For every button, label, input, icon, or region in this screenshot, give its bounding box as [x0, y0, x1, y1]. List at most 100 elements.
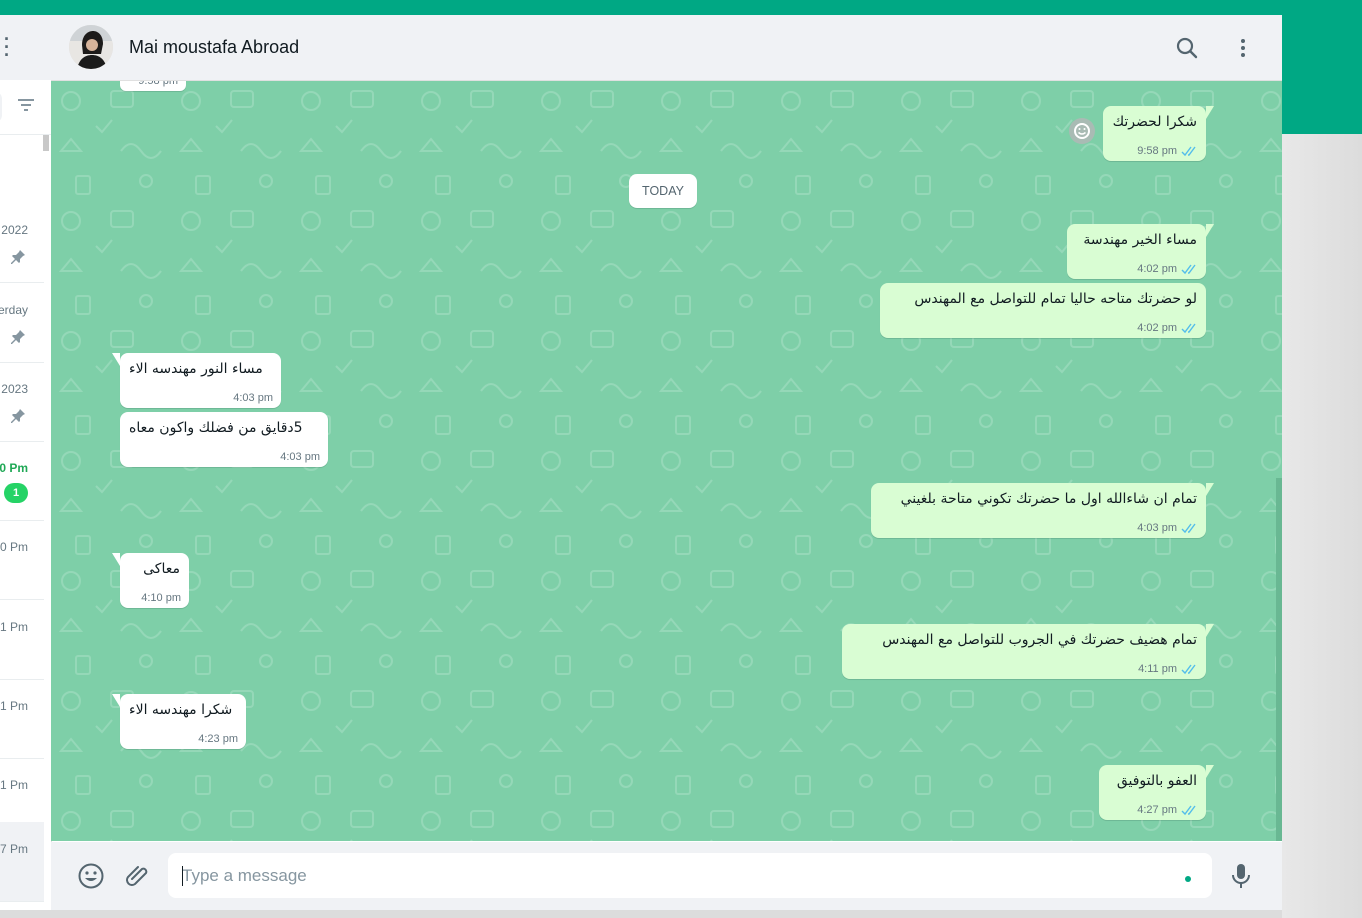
chat-list-item[interactable]: 2022 — [0, 203, 44, 283]
message-text: مساء الخير مهندسة — [1083, 232, 1197, 248]
pin-icon — [11, 409, 25, 423]
attach-icon[interactable] — [124, 862, 150, 888]
message-time: 4:27 pm — [1137, 804, 1177, 816]
chat-list-item[interactable]: erday — [0, 283, 44, 363]
message-outgoing[interactable]: لو حضرتك متاحه حاليا تمام للتواصل مع الم… — [880, 283, 1206, 338]
chat-scrollbar[interactable] — [1276, 478, 1282, 841]
message-meta: 9:58 pm — [1137, 145, 1198, 157]
chat-list-item[interactable]: 1 Pm — [0, 600, 44, 680]
double-tick-icon — [1181, 523, 1196, 533]
message-time: 4:03 pm — [233, 392, 273, 404]
message-time: 4:03 pm — [1137, 522, 1177, 534]
chat-list-item[interactable]: 1 Pm — [0, 679, 44, 759]
bubble-tail — [112, 553, 120, 566]
chat-list-item[interactable]: 0 Pm — [0, 520, 44, 600]
unread-badge: 1 — [4, 483, 28, 503]
double-tick-icon — [1181, 146, 1196, 156]
emoji-icon[interactable] — [77, 862, 105, 890]
composer-bar — [51, 842, 1282, 910]
background-right — [1282, 134, 1362, 918]
sidebar-scrollbar[interactable] — [43, 135, 49, 151]
pin-icon — [11, 250, 25, 264]
bubble-tail — [1206, 106, 1214, 119]
message-time: 4:02 pm — [1137, 322, 1177, 334]
message-meta: 4:02 pm — [1137, 322, 1198, 334]
message-text: 5دقايق من فضلك واكون معاه — [129, 420, 303, 436]
chat-list-item[interactable]: 2023 — [0, 362, 44, 442]
sidebar-header: · · · — [0, 15, 51, 80]
message-meta: 4:03 pm — [1137, 522, 1198, 534]
message-incoming[interactable]: 5دقايق من فضلك واكون معاه 4:03 pm — [120, 412, 328, 467]
reaction-emoji-icon[interactable] — [1069, 118, 1095, 144]
sidebar-menu-icon[interactable]: · · · — [4, 30, 10, 64]
bubble-tail — [112, 694, 120, 707]
avatar[interactable] — [69, 25, 113, 69]
double-tick-icon — [1181, 664, 1196, 674]
message-time: 4:10 pm — [141, 592, 181, 604]
message-time: 4:23 pm — [198, 733, 238, 745]
message-input[interactable] — [168, 853, 1212, 898]
input-status-dot — [1185, 876, 1191, 882]
bubble-tail — [1206, 224, 1214, 237]
message-text: مساء النور مهندسه الاء — [129, 361, 263, 377]
bubble-tail — [1206, 483, 1214, 496]
chat-time: 0 Pm — [0, 461, 28, 475]
message-text: تمام ان شاءالله اول ما حضرتك تكوني متاحة… — [900, 491, 1197, 507]
message-meta: 4:03 pm — [280, 451, 320, 463]
message-partial: 9:58 pm — [120, 81, 186, 91]
double-tick-icon — [1181, 805, 1196, 815]
mic-icon[interactable] — [1229, 862, 1253, 890]
chat-list-item[interactable]: 0 Pm 1 — [0, 441, 44, 521]
message-outgoing[interactable]: تمام هضيف حضرتك في الجروب للتواصل مع الم… — [842, 624, 1214, 679]
message-incoming[interactable]: شكرا مهندسه الاء 4:23 pm — [112, 694, 246, 749]
whatsapp-window: · · · 2022 erday 2023 0 Pm 1 0 Pm 1 Pm 1… — [0, 15, 1282, 910]
message-outgoing[interactable]: شكرا لحضرتك 9:58 pm — [1103, 106, 1214, 161]
message-meta: 4:23 pm — [198, 733, 238, 745]
chat-time: 1 Pm — [0, 778, 28, 792]
message-meta: 4:03 pm — [233, 392, 273, 404]
search-icon[interactable] — [1175, 36, 1199, 60]
message-outgoing[interactable]: تمام ان شاءالله اول ما حضرتك تكوني متاحة… — [871, 483, 1214, 538]
chat-time: 1 Pm — [0, 699, 28, 713]
text-cursor — [182, 866, 183, 886]
chat-list-sidebar: · · · 2022 erday 2023 0 Pm 1 0 Pm 1 Pm 1… — [0, 15, 52, 910]
double-tick-icon — [1181, 264, 1196, 274]
chat-list-item-active[interactable]: 7 Pm — [0, 822, 44, 902]
message-text: تمام هضيف حضرتك في الجروب للتواصل مع الم… — [882, 632, 1197, 648]
chat-time: 2023 — [1, 382, 28, 396]
message-outgoing[interactable]: العفو بالتوفيق 4:27 pm — [1099, 765, 1214, 820]
message-text: العفو بالتوفيق — [1116, 773, 1197, 789]
message-text: لو حضرتك متاحه حاليا تمام للتواصل مع الم… — [914, 291, 1197, 307]
chat-time: 0 Pm — [0, 540, 28, 554]
bubble-tail — [1206, 765, 1214, 778]
avatar-image — [69, 25, 113, 69]
message-text: معاكى — [143, 561, 180, 577]
message-time: 9:58 pm — [1137, 145, 1177, 157]
pin-icon — [11, 330, 25, 344]
filter-icon[interactable] — [18, 98, 34, 112]
message-meta: 4:27 pm — [1137, 804, 1198, 816]
double-tick-icon — [1181, 323, 1196, 333]
message-meta: 4:02 pm — [1137, 263, 1198, 275]
sidebar-search-bar — [0, 80, 51, 135]
message-incoming[interactable]: معاكى 4:10 pm — [112, 553, 189, 608]
date-separator: TODAY — [629, 174, 697, 208]
contact-name[interactable]: Mai moustafa Abroad — [129, 37, 299, 58]
chat-time: 1 Pm — [0, 620, 28, 634]
message-text: شكرا مهندسه الاء — [129, 702, 233, 718]
chat-time: 2022 — [1, 223, 28, 237]
menu-icon[interactable] — [1231, 36, 1255, 60]
search-input[interactable] — [0, 91, 2, 123]
message-meta: 4:10 pm — [141, 592, 181, 604]
bubble-tail — [1206, 624, 1214, 637]
message-time: 4:02 pm — [1137, 263, 1177, 275]
conversation-panel[interactable]: 9:58 pm شكرا لحضرتك 9:58 pm TODAY مساء ا… — [51, 81, 1282, 841]
chat-time: 7 Pm — [0, 842, 28, 856]
bubble-tail — [112, 353, 120, 366]
message-incoming[interactable]: مساء النور مهندسه الاء 4:03 pm — [112, 353, 281, 408]
chat-header[interactable]: Mai moustafa Abroad — [51, 15, 1282, 81]
chat-time: erday — [0, 303, 28, 317]
message-outgoing[interactable]: مساء الخير مهندسة 4:02 pm — [1067, 224, 1214, 279]
message-time: 4:03 pm — [280, 451, 320, 463]
message-text: شكرا لحضرتك — [1112, 114, 1197, 130]
